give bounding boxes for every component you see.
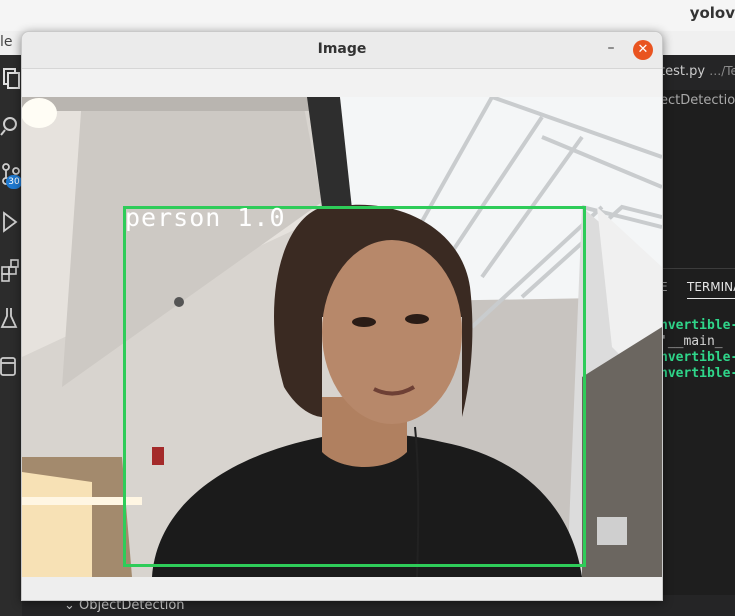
image-window: Image – ✕ person 1.0: [21, 31, 663, 601]
vscode-title: yolov: [689, 4, 735, 22]
vscode-titlebar: yolov: [0, 0, 735, 32]
run-debug-icon[interactable]: [0, 209, 22, 235]
editor-tab-label: test.py: [660, 64, 706, 79]
detection-label: person 1.0: [125, 203, 286, 232]
remote-explorer-icon[interactable]: [0, 353, 22, 379]
search-icon[interactable]: [0, 113, 22, 139]
explorer-icon[interactable]: [0, 65, 22, 91]
terminal-line: '__main_: [660, 334, 723, 349]
close-button[interactable]: ✕: [633, 40, 653, 60]
window-title: Image: [317, 41, 367, 57]
detection-confidence: 1.0: [237, 203, 286, 232]
breadcrumb[interactable]: ectDetection: [660, 93, 735, 108]
testing-icon[interactable]: [0, 305, 22, 331]
editor-tab[interactable]: test.py …/Te: [660, 64, 735, 79]
extensions-icon[interactable]: [0, 257, 22, 283]
minimize-button[interactable]: –: [604, 40, 618, 60]
window-status-bar: [22, 577, 662, 600]
source-control-badge: 30: [6, 175, 22, 189]
window-titlebar[interactable]: Image – ✕: [22, 32, 662, 69]
panel-tab-terminal[interactable]: TERMINA: [687, 280, 735, 299]
vscode-menu-item[interactable]: le: [0, 34, 13, 50]
terminal-line: nvertible-: [660, 366, 735, 381]
editor-tab-path: …/Te: [709, 64, 735, 78]
detection-class: person: [125, 203, 222, 232]
panel-divider: [660, 268, 735, 269]
camera-frame: person 1.0: [22, 97, 662, 577]
window-toolbar: [22, 69, 662, 97]
terminal-line: nvertible-: [660, 350, 735, 365]
detection-box: [123, 206, 586, 567]
activity-bar: 30: [0, 55, 22, 616]
terminal-line: nvertible-: [660, 318, 735, 333]
